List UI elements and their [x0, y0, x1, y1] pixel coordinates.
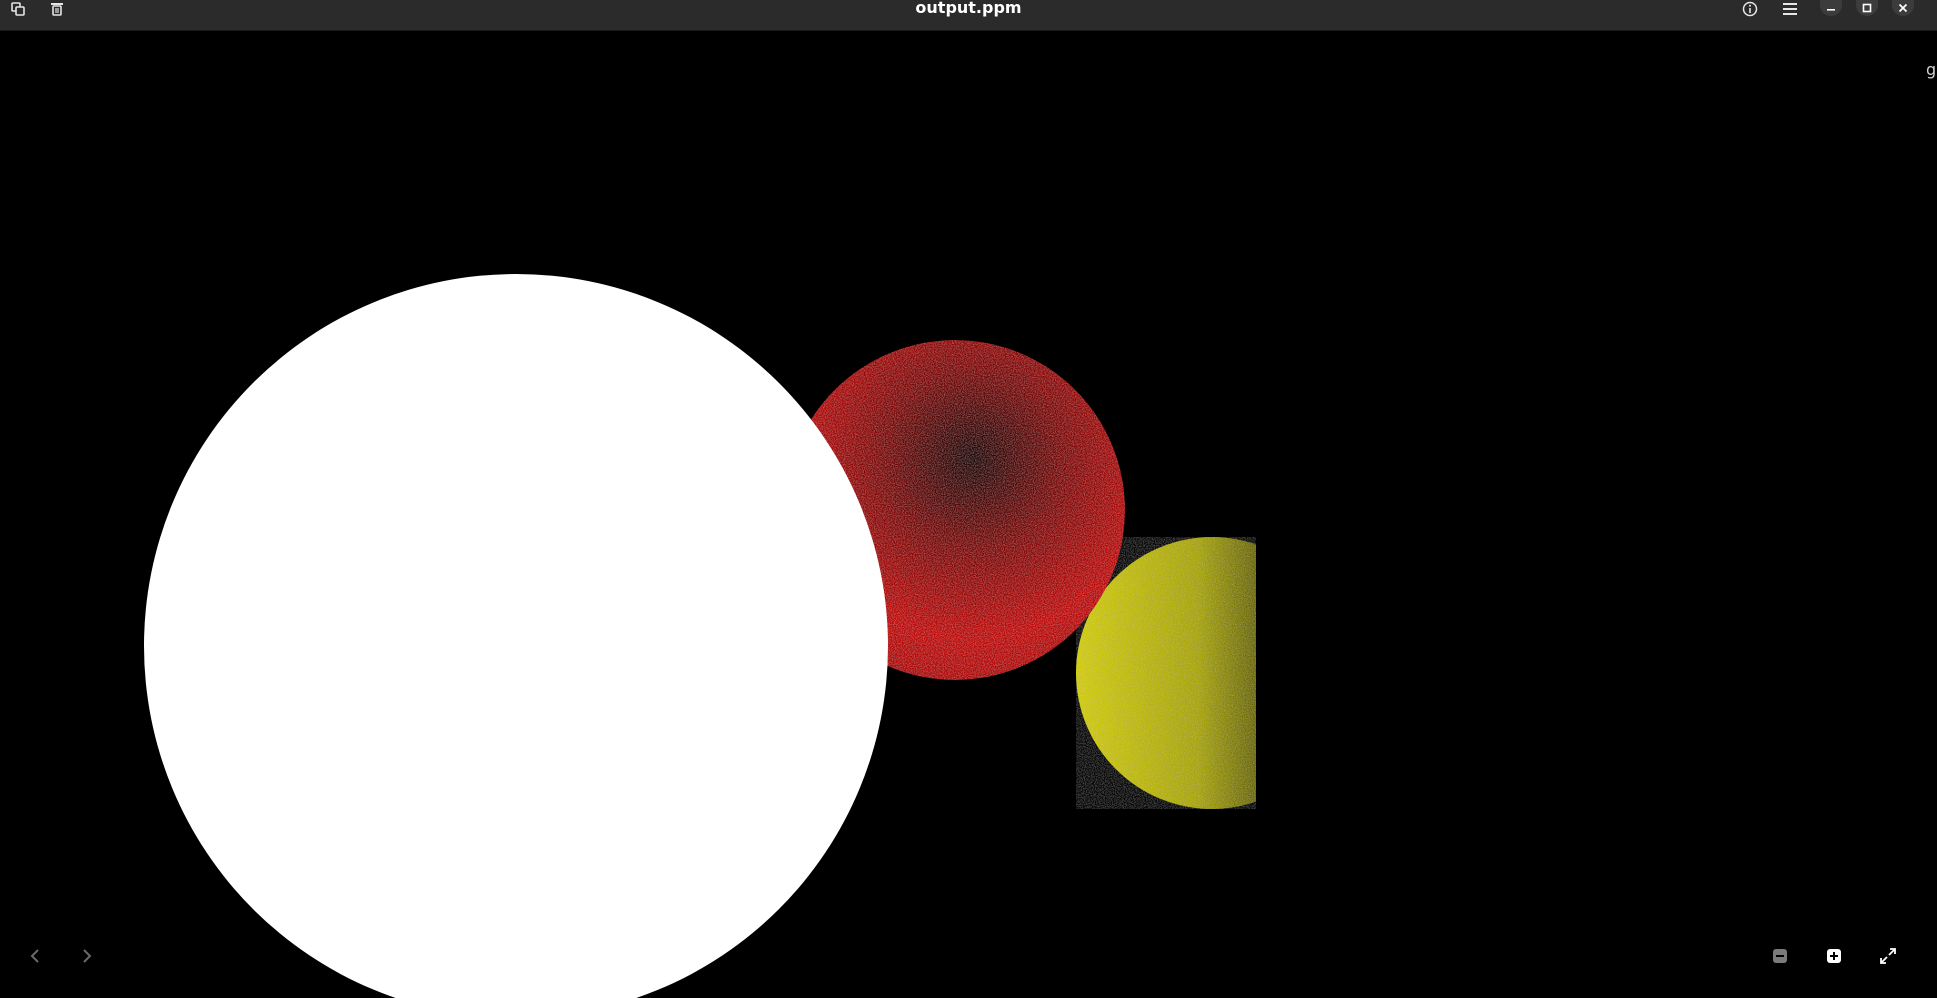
maximize-icon	[1862, 3, 1872, 13]
yellow-sphere	[1076, 537, 1256, 809]
window-title: output.ppm	[915, 0, 1022, 17]
properties-button[interactable]	[1738, 0, 1762, 18]
image-canvas[interactable]	[0, 31, 1924, 998]
menu-icon	[1782, 2, 1798, 16]
white-sphere	[144, 274, 888, 998]
close-icon	[1898, 3, 1908, 13]
zoom-in-button[interactable]	[1819, 941, 1849, 971]
fullscreen-icon	[1879, 947, 1897, 965]
next-image-button[interactable]	[72, 941, 102, 971]
main-menu-button[interactable]	[1778, 0, 1802, 18]
zoom-in-icon	[1826, 948, 1842, 964]
fullscreen-button[interactable]	[1873, 941, 1903, 971]
info-icon	[1742, 1, 1758, 17]
zoom-out-button[interactable]	[1765, 941, 1795, 971]
titlebar: output.ppm	[0, 0, 1937, 31]
zoom-out-icon	[1772, 948, 1788, 964]
minimize-icon	[1826, 3, 1836, 13]
chevron-left-icon	[29, 948, 41, 964]
rendered-image	[144, 274, 1256, 998]
image-viewer-window: output.ppm g	[0, 0, 1937, 998]
previous-image-button[interactable]	[20, 941, 50, 971]
edge-text: gi	[1926, 60, 1937, 79]
chevron-right-icon	[81, 948, 93, 964]
